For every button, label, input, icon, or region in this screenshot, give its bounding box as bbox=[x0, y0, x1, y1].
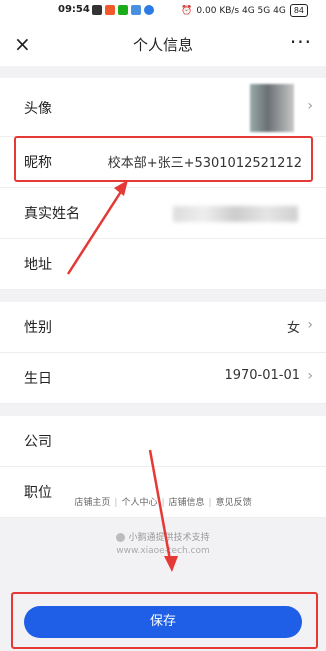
annotation-arrow-head bbox=[164, 556, 178, 572]
annotation-arrows bbox=[66, 180, 178, 572]
annotation-arrow-line bbox=[66, 189, 124, 275]
annotation-arrow-line bbox=[148, 449, 172, 561]
